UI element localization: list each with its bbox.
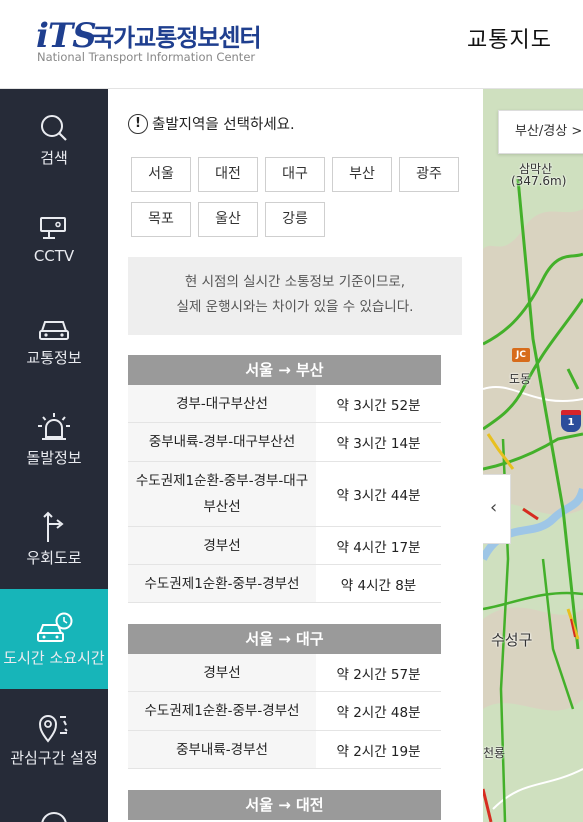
- sidebar-item-label: CCTV: [33, 247, 75, 265]
- route-group-header: 서울 → 대전: [128, 790, 441, 820]
- notice-line: 실제 운행시와는 차이가 있을 수 있습니다.: [176, 299, 414, 315]
- car-icon: [39, 321, 69, 340]
- region-button-daejeon[interactable]: 대전: [198, 157, 258, 192]
- route-group-header: 서울 → 대구: [128, 624, 441, 654]
- map-terrain: [483, 89, 583, 822]
- route-list[interactable]: 서울 → 부산 경부-대구부산선 약 3시간 52분 중부내륙-경부-대구부산선…: [128, 344, 462, 822]
- region-button-gangneung[interactable]: 강릉: [265, 202, 325, 237]
- sidebar-item-label: 교통정보: [26, 349, 82, 367]
- route-list-scrollbar[interactable]: [461, 344, 462, 822]
- sidebar-item-more[interactable]: [0, 789, 108, 822]
- sidebar-item-label: 검색: [40, 149, 68, 167]
- route-time: 약 4시간 8분: [340, 577, 417, 594]
- table-row: 중부내륙-경부선 약 2시간 19분: [128, 731, 441, 769]
- sidebar-item-label: 도시간 소요시간: [3, 649, 105, 667]
- route-time: 약 4시간 17분: [336, 539, 421, 556]
- route-time: 약 3시간 44분: [336, 488, 421, 504]
- highway-shield-icon: 1: [561, 410, 581, 432]
- region-button-gwangju[interactable]: 광주: [399, 157, 459, 192]
- sidebar-item-label: 관심구간 설정: [10, 749, 98, 767]
- region-button-mokpo[interactable]: 목포: [131, 202, 191, 237]
- junction-badge: JC: [512, 348, 530, 362]
- alert-icon: !: [128, 113, 148, 134]
- page-title: 교통지도: [467, 28, 552, 53]
- traffic-map[interactable]: 부산/경상 > 삼막산 (347.6m) JC 도동 1 ‹ 수성구 천룡: [483, 89, 583, 822]
- route-name: 수도권제1순환-중부-경부선: [128, 565, 316, 602]
- site-header: iTS 국가교통정보센터 National Transport Informat…: [0, 0, 583, 89]
- chevron-left-icon: ‹: [490, 497, 498, 518]
- sidebar-item-cctv[interactable]: CCTV: [0, 189, 108, 289]
- table-row: 수도권제1순환-중부-경부선 약 4시간 8분: [128, 565, 441, 603]
- siren-icon: [38, 413, 70, 440]
- route-name: 경부선: [128, 527, 316, 564]
- region-button-seoul[interactable]: 서울: [131, 157, 191, 192]
- car-clock-icon: [37, 612, 73, 642]
- detour-icon: [43, 511, 64, 542]
- region-button-busan[interactable]: 부산: [332, 157, 392, 192]
- route-name: 경부선: [128, 654, 316, 691]
- route-name: 경부-대구부산선: [128, 385, 316, 422]
- table-row: 경부선 약 2시간 57분: [128, 654, 441, 692]
- sidebar-item-search[interactable]: 검색: [0, 89, 108, 189]
- logo-english-name: National Transport Information Center: [37, 50, 256, 64]
- route-name: 수도권제1순환-중부-경부선: [128, 692, 316, 730]
- sidebar-item-label: 돌발정보: [26, 449, 82, 467]
- route-time: 약 3시간 14분: [336, 436, 421, 452]
- table-row: 수도권제1순환-중부-경부선 약 2시간 48분: [128, 692, 441, 731]
- map-place-label: 수성구: [491, 631, 533, 649]
- region-button-daegu[interactable]: 대구: [265, 157, 325, 192]
- table-row: 수도권제1순환-중부-경부-대구부산선 약 3시간 44분: [128, 462, 441, 527]
- region-button-ulsan[interactable]: 울산: [198, 202, 258, 237]
- site-logo[interactable]: iTS 국가교통정보센터 National Transport Informat…: [36, 16, 276, 68]
- table-row: 중부내륙-경부-대구부산선 약 3시간 14분: [128, 423, 441, 462]
- departure-prompt: ! 출발지역을 선택하세요.: [128, 113, 295, 135]
- map-place-label: 천룡: [483, 746, 506, 760]
- cctv-icon: [40, 217, 66, 239]
- sidebar-item-detour[interactable]: 우회도로: [0, 489, 108, 589]
- route-name: 중부내륙-경부선: [128, 731, 316, 768]
- realtime-notice: 현 시점의 실시간 소통정보 기준이므로, 실제 운행시와는 차이가 있을 수 …: [128, 257, 462, 335]
- logo-korean-name: 국가교통정보센터: [92, 24, 262, 52]
- search-icon: [41, 115, 67, 141]
- sidebar-item-travel-time[interactable]: 도시간 소요시간: [0, 589, 108, 689]
- table-row: 경부-대구부산선 약 3시간 52분: [128, 385, 441, 423]
- sidebar-item-traffic-info[interactable]: 교통정보: [0, 289, 108, 389]
- sidebar-nav: 검색 CCTV 교통정보 돌발정보 우회도로 도시간 소요시간 관심구간 설정: [0, 89, 108, 822]
- sidebar-item-incident[interactable]: 돌발정보: [0, 389, 108, 489]
- collapse-panel-button[interactable]: ‹: [483, 474, 511, 544]
- travel-time-panel: ! 출발지역을 선택하세요. 서울 대전 대구 부산 광주 목포 울산 강릉 현 …: [108, 89, 483, 822]
- route-time: 약 2시간 57분: [336, 666, 421, 683]
- notice-line: 현 시점의 실시간 소통정보 기준이므로,: [184, 274, 406, 290]
- sidebar-item-favorite-section[interactable]: 관심구간 설정: [0, 689, 108, 789]
- route-time: 약 2시간 48분: [336, 705, 421, 721]
- more-icon: [41, 812, 67, 822]
- region-map-tab[interactable]: 부산/경상 >: [498, 110, 583, 154]
- route-time: 약 2시간 19분: [336, 743, 421, 760]
- map-place-label: (347.6m): [511, 174, 567, 188]
- route-time: 약 3시간 52분: [336, 397, 421, 414]
- table-row: 경부선 약 4시간 17분: [128, 527, 441, 565]
- sidebar-item-label: 우회도로: [26, 549, 82, 567]
- route-name: 중부내륙-경부-대구부산선: [128, 423, 316, 461]
- route-name: 수도권제1순환-중부-경부-대구부산선: [128, 462, 316, 526]
- map-place-label: 도동: [509, 372, 532, 386]
- route-group-header: 서울 → 부산: [128, 355, 441, 385]
- location-pin-icon: [38, 715, 68, 743]
